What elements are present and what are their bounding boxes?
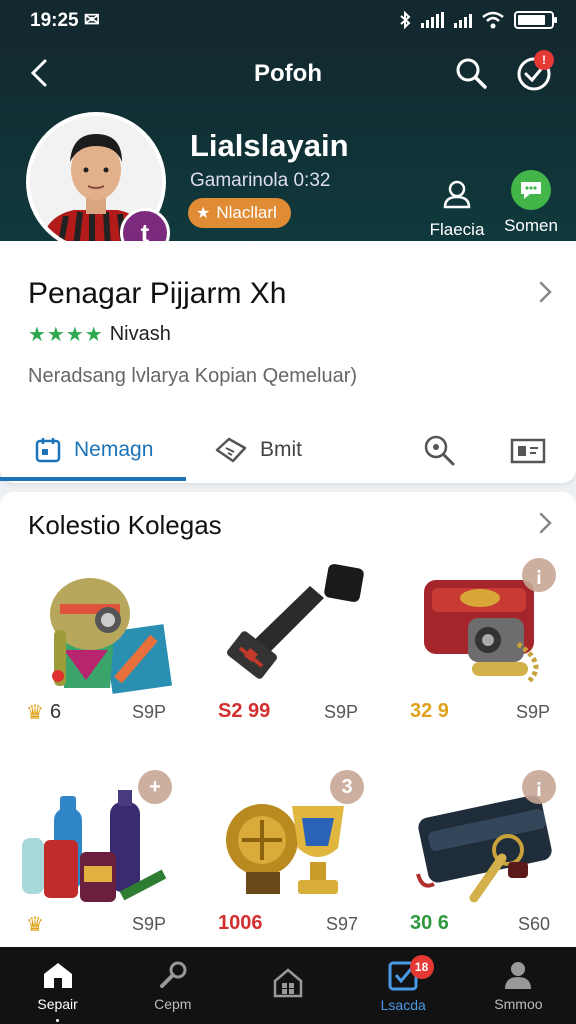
ticket-icon — [215, 437, 247, 463]
tab-bmit[interactable]: Bmit — [214, 419, 302, 481]
battery-icon — [514, 11, 557, 29]
nav-home[interactable]: Sepair — [0, 947, 115, 1024]
usb-connector-icon — [227, 564, 364, 679]
page-title: Pofoh — [254, 60, 322, 87]
avatar[interactable]: t — [26, 112, 170, 258]
collection-item[interactable]: ¡ 32 9 S9P — [384, 554, 576, 754]
item-price-right: S97 — [325, 914, 358, 934]
nav-label: Cepm — [154, 995, 192, 1012]
search-button[interactable] — [454, 56, 488, 90]
active-tab-indicator — [0, 477, 186, 481]
item-badge[interactable]: ¡ — [522, 770, 556, 804]
user-subtitle: Gamarinola 0:32 — [190, 170, 331, 191]
gallery-icon — [510, 438, 546, 464]
store-icon — [273, 967, 303, 997]
chevron-right-icon — [539, 512, 552, 534]
wifi-icon — [482, 11, 504, 29]
rating-stars: ★★★★ — [28, 324, 104, 346]
level-badge: ★ Nlacllarl — [188, 198, 291, 228]
nav-tools[interactable]: Cepm — [115, 947, 230, 1024]
item-price-left: ♛ — [26, 912, 44, 937]
item-price-value: 32 9 — [410, 700, 449, 722]
item-price-left: 1006 — [218, 912, 263, 935]
person-icon — [437, 174, 477, 214]
item-price-left: ♛ 6 — [26, 700, 61, 725]
collection-item[interactable]: S2 99 S9P — [192, 554, 384, 754]
collection-item[interactable]: ¡ 30 6 S60 — [384, 766, 576, 966]
follow-label: Flaecia — [429, 220, 485, 239]
rating: ★★★★ Nivash — [28, 322, 171, 347]
item-price-right: S9P — [131, 914, 166, 934]
nav-badge: 18 — [409, 955, 434, 979]
item-price-right: S9P — [131, 702, 166, 722]
item-price-left: 30 6 — [410, 912, 449, 935]
status-icons — [399, 11, 557, 29]
message-button[interactable]: Somen — [496, 170, 566, 236]
tab-bar: Nemagn Bmit — [0, 419, 576, 481]
nav-label: Lsacda — [380, 996, 426, 1013]
crown-icon: ♛ — [26, 702, 44, 724]
profile-card: Penagar Pijjarm Xh ★★★★ Nivash Neradsang… — [0, 241, 576, 483]
profile-header: Pofoh ! t Lialslayain Gamarinola 0:32 ★ … — [0, 40, 576, 258]
signal-icon-2 — [454, 12, 472, 28]
search-icon — [424, 435, 455, 466]
collection-title[interactable]: Kolestio Kolegas — [28, 510, 222, 541]
card-title[interactable]: Penagar Pijjarm Xh — [28, 277, 286, 311]
star-icon: ★ — [196, 205, 211, 222]
tab-nemagn[interactable]: Nemagn — [34, 419, 153, 481]
bluetooth-icon — [400, 11, 411, 29]
nav-label: Sepair — [37, 995, 78, 1012]
collection-item[interactable]: 3 1006 S97 — [192, 766, 384, 966]
collection-item[interactable]: + ♛ S9P — [0, 766, 192, 966]
item-price-right: S60 — [517, 914, 550, 934]
collection-chevron-button[interactable] — [534, 512, 556, 534]
item-price-left: 32 9 — [410, 700, 449, 723]
bottom-nav: Sepair Cepm Lsacda 18 Smmoo — [0, 947, 576, 1024]
home-icon — [43, 962, 72, 988]
nav-active-dot — [56, 1019, 60, 1022]
crown-icon: ♛ — [26, 914, 44, 936]
nav-label: Smmoo — [494, 995, 543, 1012]
item-price-value: S2 99 — [218, 700, 271, 722]
item-price-left: S2 99 — [218, 700, 270, 723]
card-chevron-button[interactable] — [534, 281, 556, 303]
message-label: Somen — [504, 216, 558, 235]
notifications-button[interactable]: ! — [516, 50, 554, 92]
tab-label: Nemagn — [74, 438, 154, 461]
nav-tasks[interactable]: Lsacda 18 — [346, 947, 461, 1024]
item-price-value: 1006 — [218, 912, 263, 934]
item-price-value: 6 — [49, 701, 62, 723]
status-bar: 19:25 ✉ — [0, 0, 576, 40]
item-badge[interactable]: + — [138, 770, 172, 804]
profile-icon — [505, 961, 532, 989]
item-badge[interactable]: 3 — [330, 770, 364, 804]
card-description: Neradsang lvlarya Kopian Qemeluar) — [28, 365, 358, 387]
collection-card: Kolestio Kolegas ♛ 6 S9P S2 99 S9P ¡ 32 … — [0, 492, 576, 947]
signal-icon — [421, 12, 444, 28]
tab-search[interactable] — [422, 419, 456, 481]
item-price-value: 30 6 — [410, 912, 449, 934]
rating-label: Nivash — [109, 323, 171, 345]
tab-label: Bmit — [260, 438, 302, 461]
chevron-right-icon — [539, 281, 552, 303]
chat-icon — [511, 170, 551, 210]
item-price-right: S9P — [323, 702, 358, 722]
calendar-icon — [35, 438, 61, 463]
notification-badge: ! — [534, 50, 554, 70]
robot-figure-icon — [50, 578, 173, 694]
tab-gallery[interactable] — [510, 419, 546, 481]
nav-profile[interactable]: Smmoo — [461, 947, 576, 1024]
nav-store[interactable] — [230, 947, 345, 1024]
collection-item[interactable]: ♛ 6 S9P — [0, 554, 192, 754]
status-time: 19:25 ✉ — [30, 9, 100, 31]
search-icon — [456, 58, 487, 89]
item-badge[interactable]: ¡ — [522, 558, 556, 592]
level-label: Nlacllarl — [216, 203, 277, 222]
user-name: Lialslayain — [190, 128, 349, 163]
item-price-right: S9P — [515, 702, 550, 722]
follow-button[interactable]: Flaecia — [422, 174, 492, 240]
wrench-icon — [159, 961, 187, 988]
